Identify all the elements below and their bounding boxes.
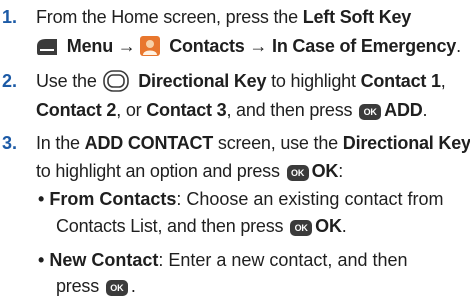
ok-key-icon: OK <box>105 280 128 296</box>
step-3-line-2: to highlight an option and press OK OK: <box>36 161 344 181</box>
ok-key-icon: OK <box>359 104 382 120</box>
step-2-line-2: Contact 2, or Contact 3, and then press … <box>36 100 428 120</box>
bullet-line-2: Contacts List, and then press OK OK. <box>56 216 347 236</box>
step-number: 2. <box>2 71 18 91</box>
bullet-marker: • <box>38 189 45 209</box>
left-soft-key-icon <box>37 39 57 55</box>
ok-key-icon: OK <box>290 220 313 236</box>
bullet-line-1: • From Contacts: Choose an existing cont… <box>38 189 444 209</box>
step-2-line-1: Use the Directional Key to highlight Con… <box>36 70 446 92</box>
step-number: 3. <box>2 133 18 153</box>
directional-key-icon <box>103 70 130 92</box>
bullet-marker: • <box>38 250 45 270</box>
contacts-app-icon <box>140 36 161 56</box>
step-1-line-2: Menu → Contacts → In Case of Emergency. <box>36 33 461 59</box>
instructions-document: 1. From the Home screen, press the Left … <box>0 0 470 300</box>
step-1-line-1: From the Home screen, press the Left Sof… <box>36 7 412 27</box>
step-number: 1. <box>2 7 18 27</box>
ok-key-icon: OK <box>286 165 309 181</box>
step-3-line-1: In the ADD CONTACT screen, use the Direc… <box>36 133 470 153</box>
bullet-line-1: • New Contact: Enter a new contact, and … <box>38 250 408 270</box>
bullet-line-2: press OK. <box>56 276 136 296</box>
